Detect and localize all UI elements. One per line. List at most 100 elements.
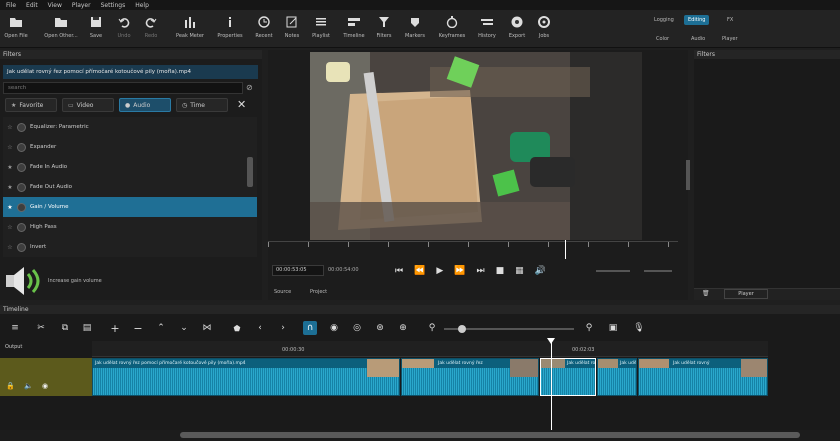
- skip-next-icon[interactable]: ⏭: [476, 266, 484, 276]
- volume-icon[interactable]: 🔊: [535, 266, 546, 276]
- layout-audio[interactable]: Audio: [687, 34, 709, 44]
- notes-button[interactable]: Notes: [276, 14, 308, 46]
- copy-icon[interactable]: ⧉: [58, 321, 72, 335]
- filter-item[interactable]: ☆ High Pass: [3, 217, 257, 237]
- skip-previous-icon[interactable]: ⏮: [395, 266, 403, 276]
- peak-meter-button[interactable]: Peak Meter: [174, 14, 206, 46]
- lift-icon[interactable]: ⌃: [154, 321, 168, 335]
- close-filter-icon[interactable]: ✕: [237, 98, 246, 111]
- tab-audio[interactable]: ● Audio: [119, 98, 171, 112]
- playhead-handle[interactable]: [547, 338, 555, 344]
- source-tab[interactable]: Source: [274, 289, 291, 295]
- timeline-clip[interactable]: Jak udělat: [597, 358, 637, 396]
- tab-favorite[interactable]: ★ Favorite: [5, 98, 57, 112]
- playlist-button[interactable]: Playlist: [305, 14, 337, 46]
- properties-button[interactable]: Properties: [214, 14, 246, 46]
- filter-list-scrollbar[interactable]: [247, 157, 253, 187]
- favorite-star-icon[interactable]: ☆: [3, 144, 17, 151]
- markers-button[interactable]: Markers: [399, 14, 431, 46]
- volume-slider[interactable]: [644, 270, 672, 272]
- filter-item[interactable]: ☆ Equalizer: Parametric: [3, 117, 257, 137]
- favorite-star-icon[interactable]: ★: [3, 184, 17, 191]
- cut-icon[interactable]: ✂: [34, 321, 48, 335]
- favorite-star-icon[interactable]: ☆: [3, 244, 17, 251]
- ripple-icon[interactable]: ◎: [350, 321, 364, 335]
- mute-icon[interactable]: 🔈: [24, 382, 33, 390]
- timeline-button[interactable]: Timeline: [338, 14, 370, 46]
- zoom-fit-icon[interactable]: ▣: [606, 321, 620, 335]
- jobs-button[interactable]: Jobs: [528, 14, 560, 46]
- keyframes-button[interactable]: Keyframes: [436, 14, 468, 46]
- menu-edit[interactable]: Edit: [26, 2, 38, 9]
- favorite-star-icon[interactable]: ☆: [3, 224, 17, 231]
- filter-search-input[interactable]: search: [3, 82, 243, 94]
- player-playhead[interactable]: [565, 240, 566, 259]
- layout-logging[interactable]: Logging: [650, 15, 678, 25]
- rewind-icon[interactable]: ⏪: [414, 266, 425, 276]
- paste-icon[interactable]: ▤: [80, 321, 94, 335]
- zoom-slider[interactable]: [596, 270, 630, 272]
- timeline-clip[interactable]: Jak udělat rovný řez pomocí přímočaré ko…: [92, 358, 400, 396]
- split-icon[interactable]: ⋈: [200, 321, 214, 335]
- timeline-playhead[interactable]: [551, 338, 552, 430]
- overwrite-icon[interactable]: ⌄: [177, 321, 191, 335]
- filter-item[interactable]: ★ Fade Out Audio: [3, 177, 257, 197]
- layout-editing[interactable]: Editing: [684, 15, 710, 25]
- menu-player[interactable]: Player: [72, 2, 91, 9]
- timeline-scrollbar[interactable]: [180, 432, 800, 438]
- timeline-clip[interactable]: Jak udělat rovný řez: [401, 358, 539, 396]
- project-tab[interactable]: Project: [310, 289, 327, 295]
- menu-icon[interactable]: ≡: [8, 321, 22, 335]
- grid-icon[interactable]: ▦: [515, 266, 524, 276]
- tab-video[interactable]: ▭ Video: [62, 98, 114, 112]
- history-button[interactable]: History: [471, 14, 503, 46]
- zoom-out-icon[interactable]: ⚲: [425, 321, 439, 335]
- redo-button[interactable]: Redo: [135, 14, 167, 46]
- eye-icon[interactable]: ◉: [42, 382, 48, 390]
- previous-marker-icon[interactable]: ‹: [253, 321, 267, 335]
- filters-button[interactable]: Filters: [368, 14, 400, 46]
- menu-settings[interactable]: Settings: [101, 2, 126, 9]
- video-frame[interactable]: [310, 52, 642, 240]
- favorite-star-icon[interactable]: ☆: [3, 124, 17, 131]
- menu-view[interactable]: View: [48, 2, 62, 9]
- menu-help[interactable]: Help: [135, 2, 149, 9]
- stop-icon[interactable]: ■: [496, 266, 505, 276]
- open-other-button[interactable]: Open Other...: [44, 14, 78, 46]
- lock-icon[interactable]: 🔒: [6, 382, 15, 390]
- ripple-markers-icon[interactable]: ⊕: [396, 321, 410, 335]
- filter-item[interactable]: ★ Fade In Audio: [3, 157, 257, 177]
- layout-player[interactable]: Player: [718, 34, 742, 44]
- remove-icon[interactable]: −: [131, 321, 145, 335]
- timeline-clip[interactable]: Jak udělat rovný: [638, 358, 768, 396]
- next-marker-icon[interactable]: ›: [276, 321, 290, 335]
- snap-icon[interactable]: ∩: [303, 321, 317, 335]
- filter-item[interactable]: ☆ Expander: [3, 137, 257, 157]
- ripple-all-icon[interactable]: ⊛: [373, 321, 387, 335]
- scrub-icon[interactable]: ◉: [327, 321, 341, 335]
- favorite-star-icon[interactable]: ★: [3, 204, 17, 211]
- timeline-clip[interactable]: Jak udělat rovný: [540, 358, 596, 396]
- menu-file[interactable]: File: [6, 2, 16, 9]
- layout-color[interactable]: Color: [652, 34, 673, 44]
- position-timecode[interactable]: 00:00:53:05: [272, 265, 324, 276]
- favorite-star-icon[interactable]: ★: [3, 164, 17, 171]
- open-file-button[interactable]: Open File: [0, 14, 32, 46]
- zoom-in-icon[interactable]: ⚲: [582, 321, 596, 335]
- append-icon[interactable]: +: [108, 321, 122, 335]
- filter-item-selected[interactable]: ★ Gain / Volume: [3, 197, 257, 217]
- filter-item[interactable]: ☆ Invert: [3, 237, 257, 257]
- timeline-zoom-handle[interactable]: [458, 325, 466, 333]
- player-tab[interactable]: Player: [724, 289, 768, 299]
- record-audio-icon[interactable]: 🎙: [632, 321, 646, 335]
- player-ruler[interactable]: [268, 241, 678, 259]
- clear-search-icon[interactable]: ⊘: [246, 83, 253, 92]
- timeline-ruler[interactable]: [92, 341, 768, 357]
- panel-splitter[interactable]: [686, 160, 690, 190]
- tab-time[interactable]: ◷ Time: [176, 98, 228, 112]
- fast-forward-icon[interactable]: ⏩: [454, 266, 465, 276]
- trash-icon[interactable]: 🗑: [702, 290, 710, 297]
- layout-fx[interactable]: FX: [723, 15, 737, 25]
- play-icon[interactable]: ▶: [436, 266, 443, 276]
- marker-add-icon[interactable]: ⬟: [230, 321, 244, 335]
